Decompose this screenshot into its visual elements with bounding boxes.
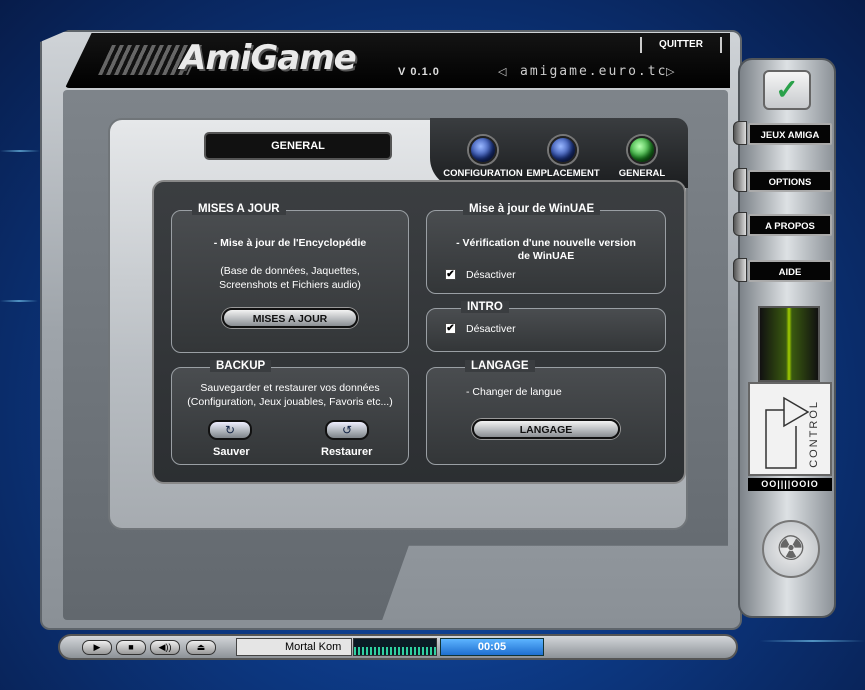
nav-aide[interactable]: AIDE xyxy=(748,260,832,282)
nav-jeux-amiga[interactable]: JEUX AMIGA xyxy=(748,123,832,145)
winuae-line2: de WinUAE xyxy=(517,250,575,262)
intro-disable-checkbox[interactable]: ✔ xyxy=(445,323,456,334)
updates-line1: - Mise à jour de l'Encyclopédie xyxy=(213,237,367,249)
save-icon: ↻ xyxy=(224,423,236,437)
backup-line1: Sauvegarder et restaurer vos données xyxy=(200,382,380,394)
nav-options[interactable]: OPTIONS xyxy=(748,170,832,192)
tab-label: GENERAL xyxy=(618,168,666,179)
language-group: LANGAGE xyxy=(426,360,666,465)
tab-label: CONFIGURATION xyxy=(443,168,523,179)
side-tab-ear xyxy=(733,168,747,192)
intro-checkbox-label: Désactiver xyxy=(466,323,516,335)
restore-icon: ↺ xyxy=(341,423,353,437)
progress-tube xyxy=(758,306,820,382)
tab-orb-icon xyxy=(549,136,577,164)
language-title: LANGAGE xyxy=(465,360,535,372)
stop-icon[interactable]: ■ xyxy=(116,640,146,655)
side-tab-ear xyxy=(733,212,747,236)
language-line1: - Changer de langue xyxy=(466,386,562,398)
save-button[interactable]: ↻ xyxy=(208,420,252,440)
tab-emplacement[interactable]: EMPLACEMENT xyxy=(523,136,603,179)
language-button[interactable]: LANGAGE xyxy=(472,419,620,439)
next-arrow-icon[interactable]: ▷ xyxy=(666,65,674,78)
control-label: CONTROL xyxy=(808,400,820,468)
backup-title: BACKUP xyxy=(210,360,272,372)
restore-label: Restaurer xyxy=(321,446,373,458)
app-logo: AmiGame xyxy=(180,38,357,78)
side-tab-ear xyxy=(733,258,747,282)
winuae-line1: - Vérification d'une nouvelle version xyxy=(456,237,636,249)
winuae-title: Mise à jour de WinUAE xyxy=(463,203,601,215)
play-icon[interactable]: ▶ xyxy=(82,640,112,655)
site-url[interactable]: amigame.euro.tc xyxy=(520,64,667,79)
updates-line2: (Base de données, Jaquettes, xyxy=(220,265,360,277)
eject-icon[interactable]: ⏏ xyxy=(186,640,216,655)
radiation-icon[interactable]: ☢ xyxy=(762,520,820,578)
equalizer-display xyxy=(353,638,437,656)
updates-line3: Screenshots et Fichiers audio) xyxy=(219,279,361,291)
update-button[interactable]: MISES A JOUR xyxy=(222,308,358,328)
tab-label: EMPLACEMENT xyxy=(526,168,600,179)
nav-a-propos[interactable]: A PROPOS xyxy=(748,214,832,236)
updates-title: MISES A JOUR xyxy=(192,203,286,215)
save-label: Sauver xyxy=(213,446,250,458)
intro-group: INTRO xyxy=(426,301,666,352)
binary-label: OO||||OOIO xyxy=(748,478,832,491)
amigame-badge-icon[interactable]: ✓ xyxy=(763,70,811,110)
tab-orb-icon xyxy=(469,136,497,164)
side-tab-ear xyxy=(733,121,747,145)
backup-line2: (Configuration, Jeux jouables, Favoris e… xyxy=(187,396,393,408)
quit-button[interactable]: QUITTER xyxy=(640,37,722,53)
time-display: 00:05 xyxy=(440,638,544,656)
restore-button[interactable]: ↺ xyxy=(325,420,369,440)
tab-orb-icon xyxy=(628,136,656,164)
track-title: Mortal Kom xyxy=(236,638,352,656)
winuae-checkbox-label: Désactiver xyxy=(466,269,516,281)
winuae-disable-checkbox[interactable]: ✔ xyxy=(445,269,456,280)
panel-title: GENERAL xyxy=(206,134,390,158)
prev-arrow-icon[interactable]: ◁ xyxy=(498,65,506,78)
volume-icon[interactable]: ◀)) xyxy=(150,640,180,655)
version-label: V 0.1.0 xyxy=(398,66,440,78)
intro-title: INTRO xyxy=(461,301,509,313)
play-triangle-icon xyxy=(765,396,810,469)
tab-general[interactable]: GENERAL xyxy=(602,136,682,179)
background-streak xyxy=(760,640,865,642)
tab-configuration[interactable]: CONFIGURATION xyxy=(443,136,523,179)
background-streak xyxy=(0,300,38,302)
background-streak xyxy=(0,150,40,152)
